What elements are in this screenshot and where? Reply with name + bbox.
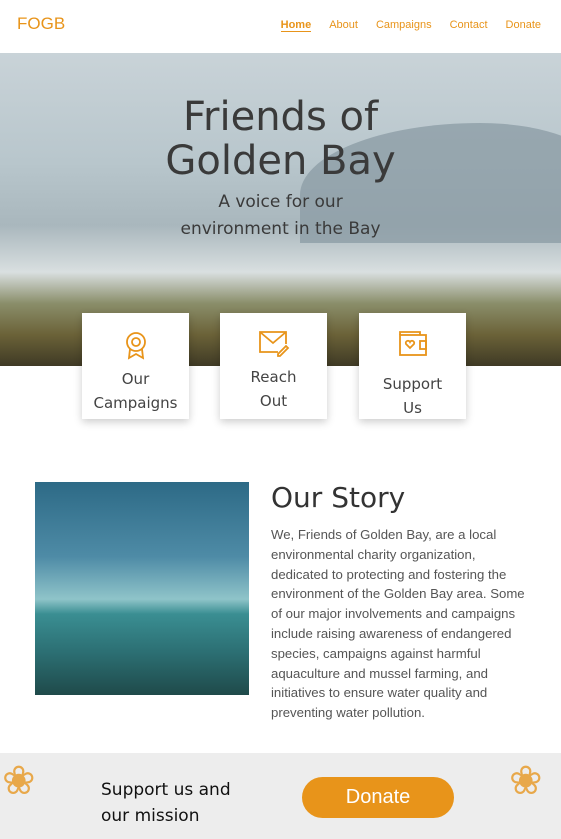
card-label: Out bbox=[259, 392, 288, 410]
logo[interactable]: FOGB bbox=[17, 14, 65, 34]
card-label: Reach bbox=[250, 368, 297, 386]
hero-title: Friends of Golden Bay bbox=[0, 95, 561, 183]
mail-edit-icon bbox=[258, 331, 289, 357]
story-image bbox=[35, 482, 249, 695]
card-label: Support bbox=[382, 375, 443, 393]
hero-title-line: Golden Bay bbox=[165, 138, 396, 184]
card-label: Campaigns bbox=[93, 394, 178, 412]
hero-subtitle-line: A voice for our bbox=[218, 192, 343, 212]
hero-subtitle: A voice for our environment in the Bay bbox=[0, 189, 561, 243]
award-icon bbox=[125, 332, 146, 360]
card-label: Us bbox=[403, 399, 422, 417]
wallet-heart-icon bbox=[398, 331, 427, 356]
card-support-us[interactable]: Support Us bbox=[359, 313, 466, 419]
story-title: Our Story bbox=[271, 481, 406, 514]
support-text: Support us and our mission bbox=[101, 777, 231, 829]
navbar: FOGB Home About Campaigns Contact Donate bbox=[0, 0, 561, 53]
card-reach-out[interactable]: Reach Out bbox=[220, 313, 327, 419]
card-label: Our bbox=[121, 370, 150, 388]
nav-about[interactable]: About bbox=[329, 19, 358, 32]
hero-title-line: Friends of bbox=[182, 94, 379, 140]
story-text: We, Friends of Golden Bay, are a local e… bbox=[271, 527, 525, 721]
flower-illustration-icon: ❀ bbox=[2, 759, 36, 803]
donate-banner: ❀ Support us and our mission Donate ❀ bbox=[0, 753, 561, 839]
donate-button[interactable]: Donate bbox=[302, 777, 454, 818]
nav-campaigns[interactable]: Campaigns bbox=[376, 19, 432, 32]
nav-links: Home About Campaigns Contact Donate bbox=[280, 19, 541, 32]
nav-contact[interactable]: Contact bbox=[450, 19, 488, 32]
support-line: our mission bbox=[101, 806, 200, 826]
card-our-campaigns[interactable]: Our Campaigns bbox=[82, 313, 189, 419]
hero-subtitle-line: environment in the Bay bbox=[180, 219, 381, 239]
support-line: Support us and bbox=[101, 780, 231, 800]
nav-donate[interactable]: Donate bbox=[506, 19, 541, 32]
nav-home[interactable]: Home bbox=[280, 19, 312, 32]
flower-illustration-icon: ❀ bbox=[509, 759, 543, 803]
